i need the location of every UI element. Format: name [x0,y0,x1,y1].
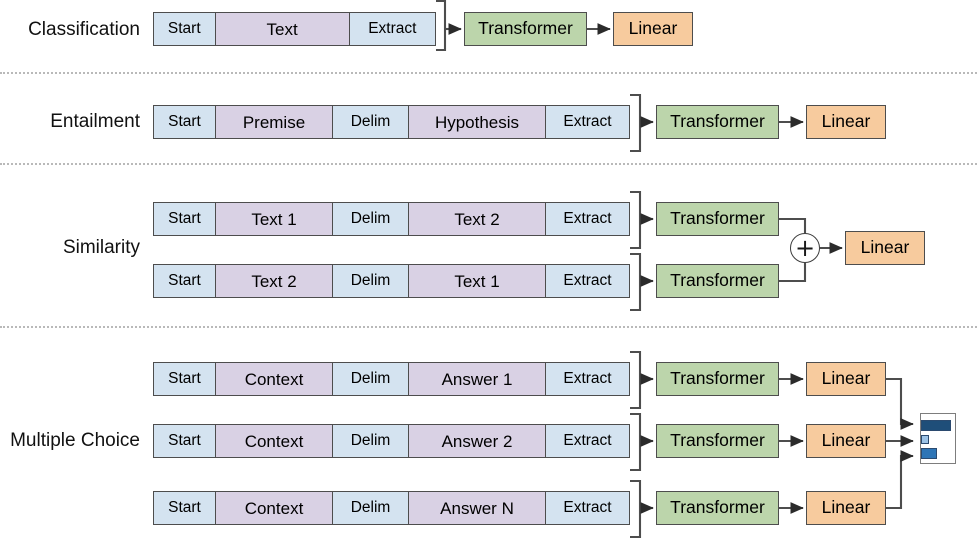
wire-mc-3-to-chart [886,450,914,510]
token-cell-extract: Extract [546,265,629,297]
bracket-mc-3 [630,479,642,539]
figure-canvas: Classification Start Text Extract Transf… [0,0,977,539]
token-sequence: Start Context Delim Answer N Extract [153,491,630,525]
token-cell-context: Context [216,363,333,395]
token-cell-delim: Delim [333,492,409,524]
token-cell-context: Context [216,425,333,457]
token-cell-delim: Delim [333,106,409,138]
transformer-block: Transformer [464,12,587,46]
bracket-classification [436,0,447,52]
token-cell-content: Text [215,13,350,45]
token-cell-extract: Extract [546,492,629,524]
section-divider-1 [0,72,977,74]
linear-block: Linear [806,424,886,458]
task-label-similarity: Similarity [62,237,140,258]
token-cell-text1: Text 1 [409,265,546,297]
token-cell-answer: Answer 2 [409,425,546,457]
token-sequence: Start Text 1 Delim Text 2 Extract [153,202,630,236]
section-divider-2 [0,163,977,165]
bracket-similarity-a [630,190,642,250]
task-label-classification: Classification [28,19,140,40]
transformer-block: Transformer [656,202,779,236]
token-cell-hypothesis: Hypothesis [409,106,546,138]
token-sequence: Start Premise Delim Hypothesis Extract [153,105,630,139]
token-cell-text2: Text 2 [409,203,546,235]
section-divider-3 [0,326,977,328]
bar-chart-bar-1 [921,420,951,431]
wire-similarity-b-to-sum [779,263,807,283]
token-cell-delim: Delim [333,265,409,297]
transformer-block: Transformer [656,264,779,298]
task-label-entailment: Entailment [50,111,140,132]
bracket-similarity-b [630,252,642,312]
wire-similarity-a-to-sum [779,217,807,233]
token-cell-start: Start [154,265,216,297]
wire-mc-1-to-chart [886,377,914,430]
bar-chart-bar-3 [921,448,937,459]
softmax-bar-chart-icon [920,413,956,464]
token-cell-delim: Delim [333,425,409,457]
token-sequence: Start Text 2 Delim Text 1 Extract [153,264,630,298]
bracket-mc-1 [630,350,642,410]
token-cell-start: Start [154,425,216,457]
token-cell-premise: Premise [216,106,333,138]
transformer-block: Transformer [656,491,779,525]
token-cell-answer: Answer N [409,492,546,524]
linear-block: Linear [806,362,886,396]
token-cell-delim: Delim [333,203,409,235]
token-cell-start: Start [154,492,216,524]
token-cell-extract: Extract [546,425,629,457]
token-cell-start: Start [154,203,216,235]
transformer-block: Transformer [656,362,779,396]
bracket-mc-2 [630,412,642,472]
token-cell-start: Start [154,363,216,395]
token-cell-text2: Text 2 [216,265,333,297]
token-cell-start: Start [154,106,216,138]
token-sequence: Start Text Extract [153,12,436,46]
task-label-multiple-choice: Multiple Choice [10,430,140,451]
transformer-block: Transformer [656,105,779,139]
token-cell-extract: Extract [546,203,629,235]
token-cell-delim: Delim [333,363,409,395]
token-cell-text1: Text 1 [216,203,333,235]
linear-block: Linear [806,491,886,525]
token-sequence: Start Context Delim Answer 1 Extract [153,362,630,396]
linear-block: Linear [613,12,693,46]
token-cell-start: Start [154,13,216,45]
token-cell-extract: Extract [546,363,629,395]
token-cell-extract: Extract [349,13,435,45]
bracket-entailment [630,93,642,153]
token-sequence: Start Context Delim Answer 2 Extract [153,424,630,458]
bar-chart-bar-2 [921,435,929,444]
token-cell-extract: Extract [546,106,629,138]
transformer-block: Transformer [656,424,779,458]
linear-block: Linear [806,105,886,139]
token-cell-answer: Answer 1 [409,363,546,395]
linear-block: Linear [845,231,925,265]
token-cell-context: Context [216,492,333,524]
sum-combiner-node: + [790,233,820,263]
